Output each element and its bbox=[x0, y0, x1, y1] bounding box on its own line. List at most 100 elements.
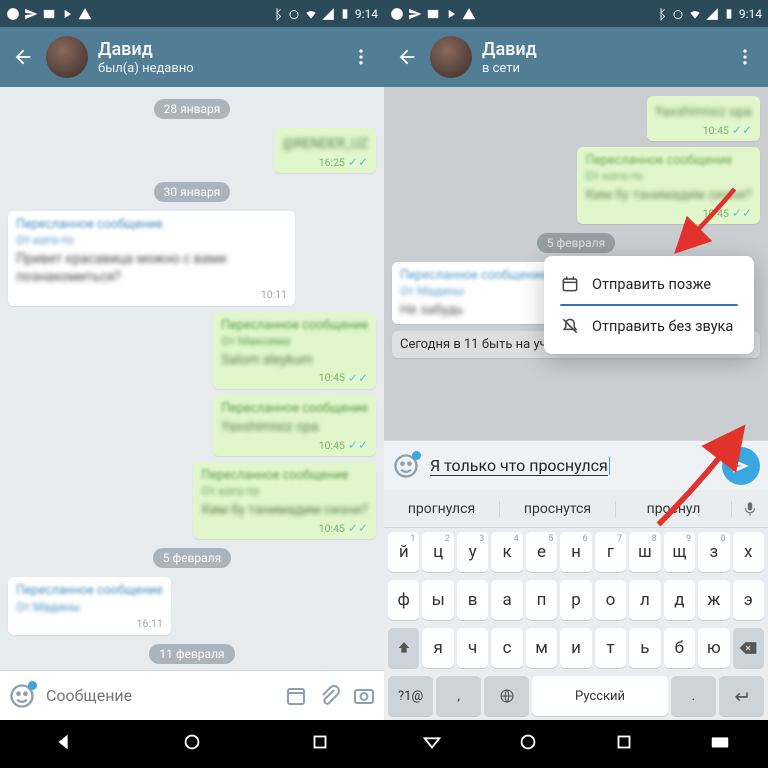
message-out[interactable]: Пересланное сообщениеОт кого-тоКим бу та… bbox=[193, 462, 376, 539]
chat-title[interactable]: Давид bbox=[98, 39, 348, 60]
key-ж[interactable]: ж bbox=[698, 580, 729, 620]
suggestion[interactable]: прогнулся bbox=[384, 501, 500, 517]
key-р[interactable]: р bbox=[560, 580, 591, 620]
key-backspace[interactable] bbox=[733, 628, 764, 668]
nav-keyboard[interactable] bbox=[709, 731, 731, 757]
image-icon bbox=[426, 7, 440, 21]
message-input[interactable]: Я только что проснулся bbox=[430, 456, 712, 476]
key-д[interactable]: д bbox=[664, 580, 695, 620]
date-chip: 28 января bbox=[8, 99, 376, 119]
suggestion[interactable]: проснутся bbox=[500, 501, 616, 517]
key-period[interactable]: . bbox=[671, 676, 716, 716]
key-enter[interactable] bbox=[719, 676, 764, 716]
image-icon bbox=[42, 7, 56, 21]
key-х[interactable]: х bbox=[733, 532, 764, 572]
back-button[interactable] bbox=[10, 46, 36, 68]
key-shift[interactable] bbox=[388, 628, 419, 668]
send-later-item[interactable]: Отправить позже bbox=[544, 264, 754, 304]
key-ь[interactable]: ь bbox=[629, 628, 660, 668]
message-out[interactable]: Пересланное сообщениеОт МаксимаSalom ale… bbox=[213, 312, 376, 389]
key-я[interactable]: я bbox=[422, 628, 453, 668]
key-ю[interactable]: ю bbox=[698, 628, 729, 668]
key-б[interactable]: б bbox=[664, 628, 695, 668]
key-к[interactable]: к4 bbox=[491, 532, 522, 572]
read-icon: ✓✓ bbox=[348, 439, 368, 451]
menu-button[interactable] bbox=[732, 47, 758, 67]
nav-back[interactable] bbox=[421, 731, 443, 757]
key-а[interactable]: а bbox=[491, 580, 522, 620]
send-icon bbox=[24, 7, 38, 21]
key-э[interactable]: э bbox=[733, 580, 764, 620]
statusbar: 9:14 bbox=[0, 0, 384, 27]
chat-area[interactable]: 28 января @RENDER_UZ16:25✓✓ 30 января Пе… bbox=[0, 87, 384, 670]
message-out[interactable]: @RENDER_UZ16:25✓✓ bbox=[274, 128, 376, 173]
suggestion[interactable]: проснул bbox=[616, 501, 732, 517]
key-щ[interactable]: щ9 bbox=[664, 532, 695, 572]
key-ч[interactable]: ч bbox=[457, 628, 488, 668]
nav-recent[interactable] bbox=[309, 731, 331, 757]
message-in[interactable]: Пересланное сообщениеОт кого-тоПривет кр… bbox=[8, 211, 295, 306]
date-chip: 11 февраля bbox=[8, 644, 376, 664]
avatar[interactable] bbox=[46, 36, 88, 78]
key-г[interactable]: г7 bbox=[595, 532, 626, 572]
message-in[interactable]: Пересланное сообщениеОт МадиныНе забудь bbox=[392, 262, 555, 323]
key-м[interactable]: м bbox=[526, 628, 557, 668]
statusbar: 9:14 bbox=[384, 0, 768, 27]
emoji-button[interactable] bbox=[8, 682, 36, 710]
key-с[interactable]: с bbox=[491, 628, 522, 668]
nav-back[interactable] bbox=[53, 731, 75, 757]
read-icon: ✓✓ bbox=[348, 372, 368, 384]
key-в[interactable]: в bbox=[457, 580, 488, 620]
camera-button[interactable] bbox=[352, 684, 376, 708]
key-ф[interactable]: ф bbox=[388, 580, 419, 620]
message-out[interactable]: Yaxshimisiz opa10:45✓✓ bbox=[647, 96, 760, 141]
key-ы[interactable]: ы bbox=[422, 580, 453, 620]
emoji-button[interactable] bbox=[392, 452, 420, 480]
key-symbols[interactable]: ?1@ bbox=[388, 676, 433, 716]
send-button[interactable] bbox=[722, 447, 760, 485]
menu-button[interactable] bbox=[348, 47, 374, 67]
mic-button[interactable] bbox=[732, 500, 768, 518]
key-е[interactable]: е5 bbox=[526, 532, 557, 572]
nav-home[interactable] bbox=[181, 731, 203, 757]
compose-bar bbox=[0, 670, 384, 720]
key-ш[interactable]: ш8 bbox=[629, 532, 660, 572]
nav-recent[interactable] bbox=[613, 731, 635, 757]
key-н[interactable]: н6 bbox=[560, 532, 591, 572]
key-з[interactable]: з0 bbox=[698, 532, 729, 572]
message-out[interactable]: Пересланное сообщениеYaxshimisiz opa10:4… bbox=[213, 395, 376, 456]
send-silent-item[interactable]: Отправить без звука bbox=[544, 306, 754, 346]
key-л[interactable]: л bbox=[629, 580, 660, 620]
info-icon bbox=[390, 7, 404, 21]
chat-title[interactable]: Давид bbox=[482, 39, 732, 60]
battery-icon bbox=[722, 7, 736, 21]
message-input[interactable] bbox=[46, 686, 274, 705]
key-т[interactable]: т bbox=[595, 628, 626, 668]
message-in[interactable]: Пересланное сообщениеОт Мадины16:11 bbox=[8, 577, 171, 634]
nav-home[interactable] bbox=[517, 731, 539, 757]
key-й[interactable]: й1 bbox=[388, 532, 419, 572]
send-icon bbox=[408, 7, 422, 21]
date-chip: 5 февраля bbox=[392, 233, 760, 253]
avatar[interactable] bbox=[430, 36, 472, 78]
calendar-button[interactable] bbox=[284, 684, 308, 708]
key-о[interactable]: о bbox=[595, 580, 626, 620]
attach-button[interactable] bbox=[318, 684, 342, 708]
key-lang[interactable] bbox=[484, 676, 529, 716]
date-chip: 30 января bbox=[8, 182, 376, 202]
key-ц[interactable]: ц2 bbox=[422, 532, 453, 572]
key-у[interactable]: у3 bbox=[457, 532, 488, 572]
alarm-icon bbox=[671, 7, 685, 21]
key-и[interactable]: и bbox=[560, 628, 591, 668]
back-button[interactable] bbox=[394, 46, 420, 68]
key-п[interactable]: п bbox=[526, 580, 557, 620]
signal-icon bbox=[705, 7, 719, 21]
key-comma[interactable]: , bbox=[436, 676, 481, 716]
android-navbar bbox=[384, 720, 768, 768]
warn-icon bbox=[78, 7, 92, 21]
clock: 9:14 bbox=[355, 7, 378, 21]
message-out[interactable]: Пересланное сообщениеОт кого-тоКим бу та… bbox=[577, 147, 760, 224]
bt-icon bbox=[270, 7, 284, 21]
chat-header: Давид в сети bbox=[384, 27, 768, 87]
key-space[interactable]: Русский bbox=[532, 676, 667, 716]
